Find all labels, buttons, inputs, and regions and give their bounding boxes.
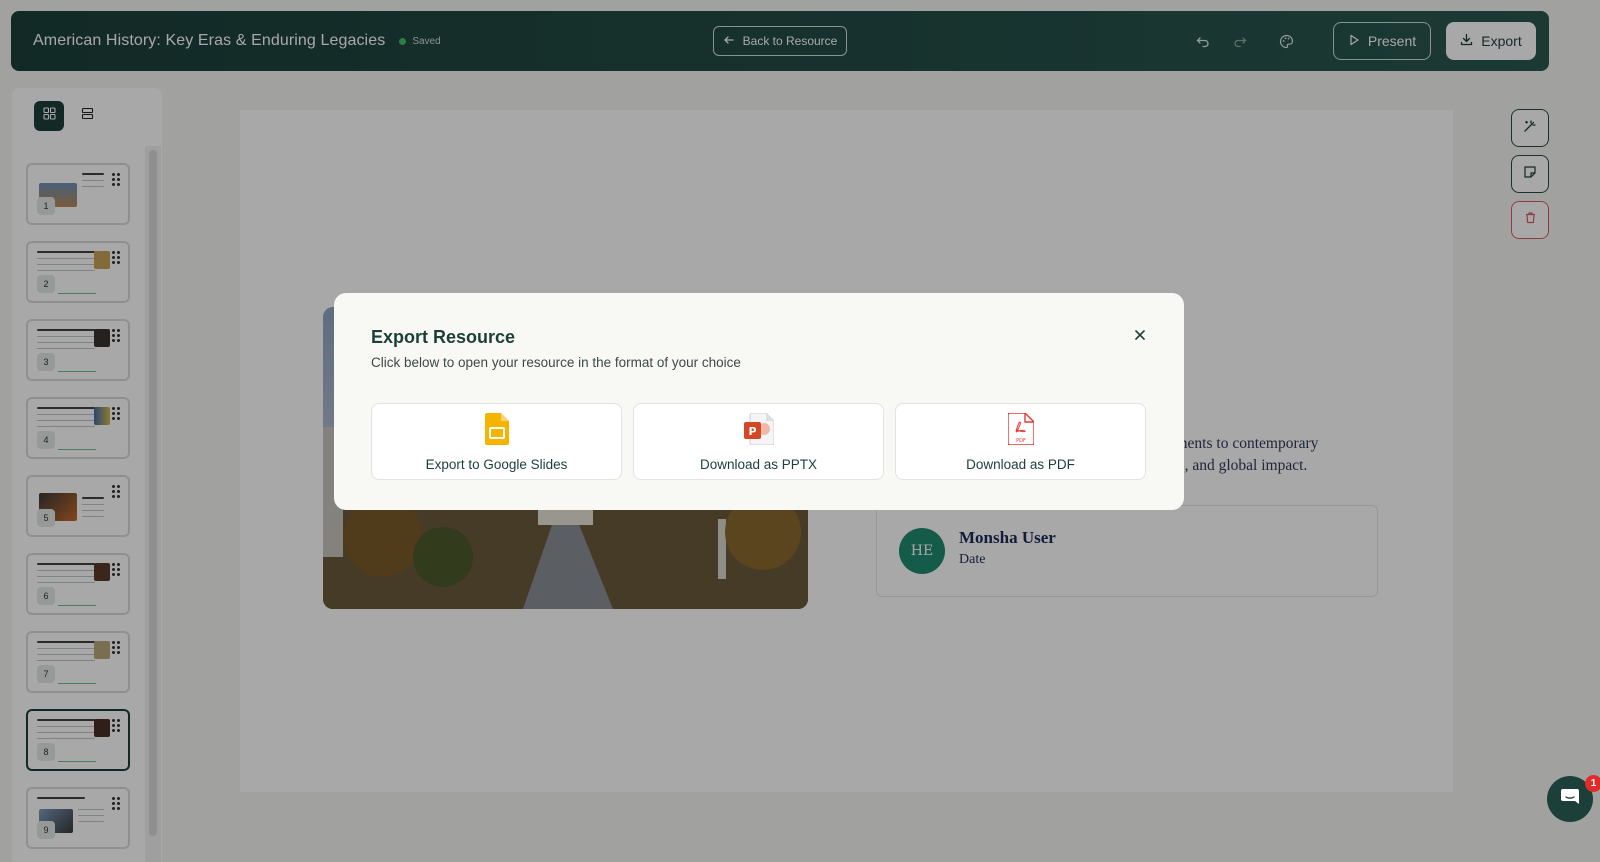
option-label: Export to Google Slides bbox=[425, 457, 568, 472]
svg-text:P: P bbox=[748, 425, 756, 438]
download-pptx-button[interactable]: P Download as PPTX bbox=[633, 403, 884, 480]
export-google-slides-button[interactable]: Export to Google Slides bbox=[371, 403, 622, 480]
modal-title: Export Resource bbox=[371, 327, 516, 347]
modal-subtitle: Click below to open your resource in the… bbox=[371, 355, 741, 370]
export-modal: Export Resource Click below to open your… bbox=[334, 293, 1184, 510]
pptx-file-icon: P bbox=[743, 412, 774, 450]
option-label: Download as PPTX bbox=[699, 457, 818, 472]
pdf-file-icon: PDF bbox=[1006, 412, 1035, 450]
google-slides-icon bbox=[484, 413, 509, 450]
option-label: Download as PDF bbox=[966, 457, 1075, 472]
chat-icon bbox=[1559, 786, 1581, 813]
download-pdf-button[interactable]: PDF Download as PDF bbox=[895, 403, 1146, 480]
svg-text:PDF: PDF bbox=[1016, 438, 1026, 444]
close-icon[interactable] bbox=[1132, 327, 1148, 343]
notification-badge: 1 bbox=[1585, 775, 1600, 792]
